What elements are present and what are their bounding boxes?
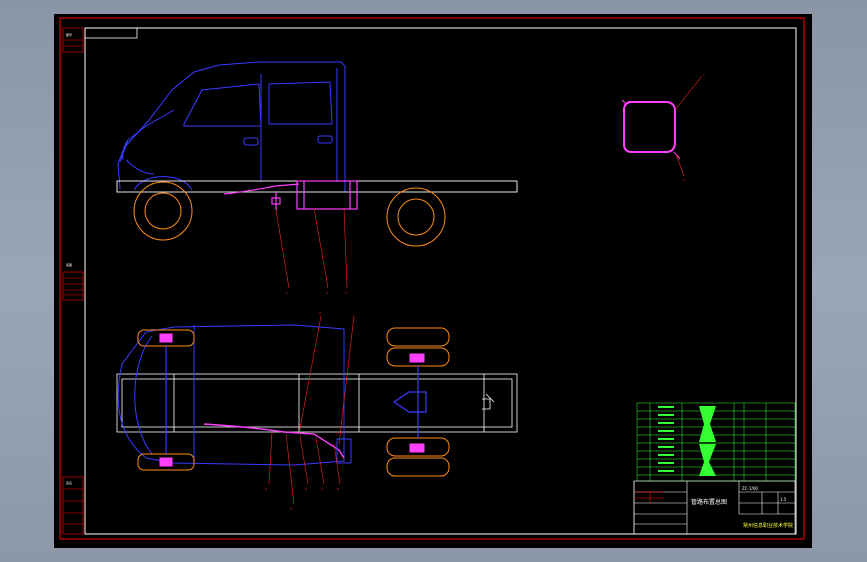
left-margin-bottom-strip [62, 476, 84, 535]
callout-3: 3 [345, 291, 347, 295]
wheel-icon [386, 187, 446, 247]
detail-callout-1: 1 [703, 73, 705, 77]
plan-callout-4: 4 [265, 487, 267, 491]
axles [165, 346, 427, 454]
plan-callout-9: 9 [319, 311, 321, 315]
plan-leaders [268, 315, 355, 505]
callout-1: 1 [286, 291, 288, 295]
margin-label-middle: 底图 [66, 262, 72, 267]
drawing-scale: 1:5 [780, 497, 787, 502]
drawing-canvas: 图号 底图 签名 1 2 3 1 2 4 5 6 7 8 9 管路布置总图 ZC… [59, 17, 805, 540]
detail-view: 1 2 [621, 73, 705, 182]
side-leaders [275, 207, 348, 289]
plan-view: 4 5 6 7 8 9 [116, 311, 518, 511]
drawing-number-tag [84, 27, 138, 39]
detail-callout-2: 2 [683, 178, 685, 182]
truck-cab-icon [117, 61, 346, 192]
company-name: 常州信息职业技术学院 [743, 522, 793, 529]
hub-markers [159, 333, 425, 467]
title-block-stamp [634, 491, 664, 504]
wheel-icon [133, 181, 193, 241]
cad-viewport[interactable]: 图号 底图 签名 1 2 3 1 2 4 5 6 7 8 9 管路布置总图 ZC… [54, 14, 812, 548]
drawing-title: 管路布置总图 [691, 498, 727, 506]
margin-label-bottom: 签名 [66, 480, 72, 485]
plan-callout-5: 5 [290, 507, 292, 511]
margin-label-top: 图号 [66, 32, 72, 37]
callout-2: 2 [326, 291, 328, 295]
side-view: 1 2 3 [116, 61, 518, 295]
plan-callout-8: 8 [337, 487, 339, 491]
fuel-tank-icon [223, 180, 358, 210]
pipe-loop-icon [623, 101, 676, 153]
parts-table-text-marks [658, 406, 716, 476]
left-margin-middle-strip [62, 271, 84, 301]
drawing-number: ZC-1/00 [742, 486, 758, 491]
plan-callout-7: 7 [321, 487, 323, 491]
left-margin-top-strip [62, 27, 84, 53]
plan-callout-6: 6 [305, 487, 307, 491]
plan-chassis-frame [116, 373, 518, 433]
plan-pipe-run [203, 423, 345, 459]
side-frame-rail [116, 180, 518, 193]
